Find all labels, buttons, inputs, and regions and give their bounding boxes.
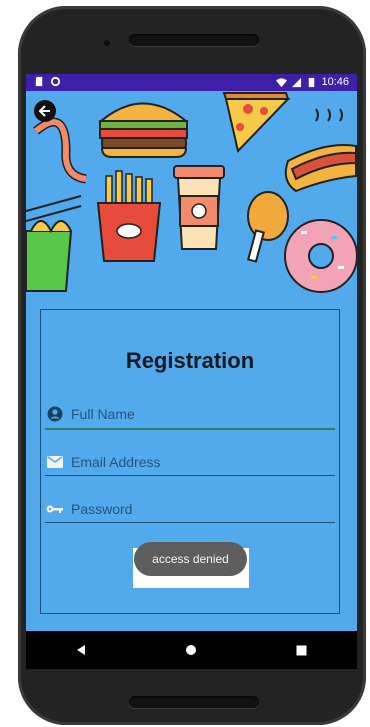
- app-screen: 10:46 Registration Full Name Email Addre…: [26, 74, 357, 668]
- bottom-speaker: [129, 696, 259, 708]
- circle-icon: [50, 76, 61, 87]
- back-arrow-icon: [38, 105, 50, 117]
- fries-icon: [96, 170, 162, 262]
- battery-icon: [309, 77, 315, 88]
- page-title: Registration: [125, 348, 255, 373]
- system-nav-bar: [26, 631, 357, 669]
- email-input[interactable]: [71, 454, 321, 470]
- clock: 10:46: [321, 76, 349, 88]
- shrimp-icon: [33, 117, 87, 184]
- hotdog-icon: [284, 108, 357, 193]
- food-illustration: [26, 92, 357, 293]
- nav-recents-button[interactable]: [282, 635, 322, 665]
- home-circle-icon: [186, 645, 197, 655]
- noodles-icon: [26, 195, 82, 292]
- back-triangle-icon: [77, 645, 86, 655]
- mail-icon: [45, 456, 65, 468]
- toast-message: access denied: [134, 542, 247, 576]
- donut-icon: [284, 219, 357, 293]
- recents-square-icon: [296, 645, 307, 655]
- full-name-input[interactable]: [71, 406, 321, 422]
- password-underline: [45, 522, 335, 523]
- nav-back-button[interactable]: [61, 635, 101, 665]
- password-field: [45, 497, 337, 521]
- wifi-icon: [276, 78, 288, 88]
- person-icon: [45, 406, 65, 422]
- email-underline: [45, 475, 335, 476]
- sd-card-icon: [35, 76, 43, 87]
- nav-home-button[interactable]: [171, 635, 211, 665]
- full-name-field: [45, 402, 337, 426]
- full-name-underline: [45, 428, 335, 430]
- front-camera: [104, 40, 110, 46]
- password-input[interactable]: [71, 501, 321, 517]
- signal-icon: [292, 77, 302, 88]
- top-speaker: [129, 34, 259, 46]
- chicken-leg-icon: [247, 191, 289, 263]
- email-field: [45, 450, 337, 474]
- pizza-icon: [222, 92, 291, 154]
- burger-icon: [98, 102, 189, 158]
- status-bar: 10:46: [26, 74, 357, 91]
- back-button[interactable]: [34, 100, 56, 122]
- coffee-icon: [173, 165, 225, 250]
- key-icon: [45, 504, 65, 514]
